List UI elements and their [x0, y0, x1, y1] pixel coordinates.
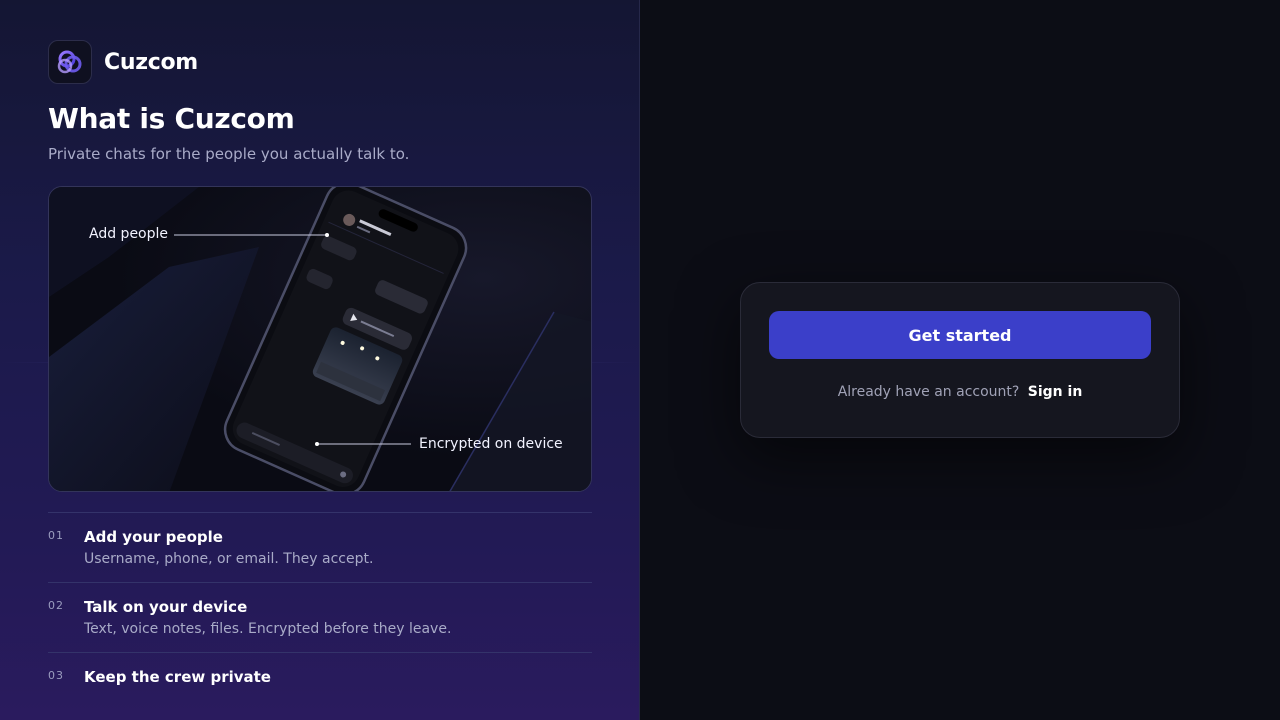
sign-in-link[interactable]: Sign in: [1028, 384, 1083, 400]
signin-prompt: Already have an account? Sign in: [741, 384, 1179, 400]
step-number: 01: [48, 529, 64, 542]
auth-card: Get started Already have an account? Sig…: [740, 282, 1180, 438]
step-title: Talk on your device: [84, 598, 248, 616]
app-root: Cuzcom What is Cuzcom Private chats for …: [0, 0, 1280, 720]
step-title: Add your people: [84, 528, 223, 546]
auth-panel: Get started Already have an account? Sig…: [640, 0, 1280, 720]
hero-image: Add people Encrypted on device: [48, 186, 592, 492]
intro-panel: Cuzcom What is Cuzcom Private chats for …: [0, 0, 640, 720]
callout-add-people: Add people: [89, 226, 169, 242]
step-item: 03 Keep the crew private: [48, 652, 592, 720]
step-item: 02 Talk on your device Text, voice notes…: [48, 582, 592, 652]
callout-encrypted: Encrypted on device: [419, 436, 563, 452]
page-subtitle: Private chats for the people you actuall…: [48, 145, 410, 163]
step-number: 02: [48, 599, 64, 612]
have-account-text: Already have an account?: [837, 384, 1020, 400]
step-item: 01 Add your people Username, phone, or e…: [48, 512, 592, 582]
step-title: Keep the crew private: [84, 668, 271, 686]
cuzcom-logo-icon: [48, 40, 92, 84]
steps-list: 01 Add your people Username, phone, or e…: [48, 512, 592, 720]
step-number: 03: [48, 669, 64, 682]
step-description: Text, voice notes, files. Encrypted befo…: [84, 621, 452, 637]
page-title: What is Cuzcom: [48, 102, 295, 135]
get-started-button[interactable]: Get started: [769, 311, 1151, 359]
step-description: Username, phone, or email. They accept.: [84, 551, 374, 567]
brand-name: Cuzcom: [104, 49, 198, 75]
brand: Cuzcom: [48, 40, 198, 84]
